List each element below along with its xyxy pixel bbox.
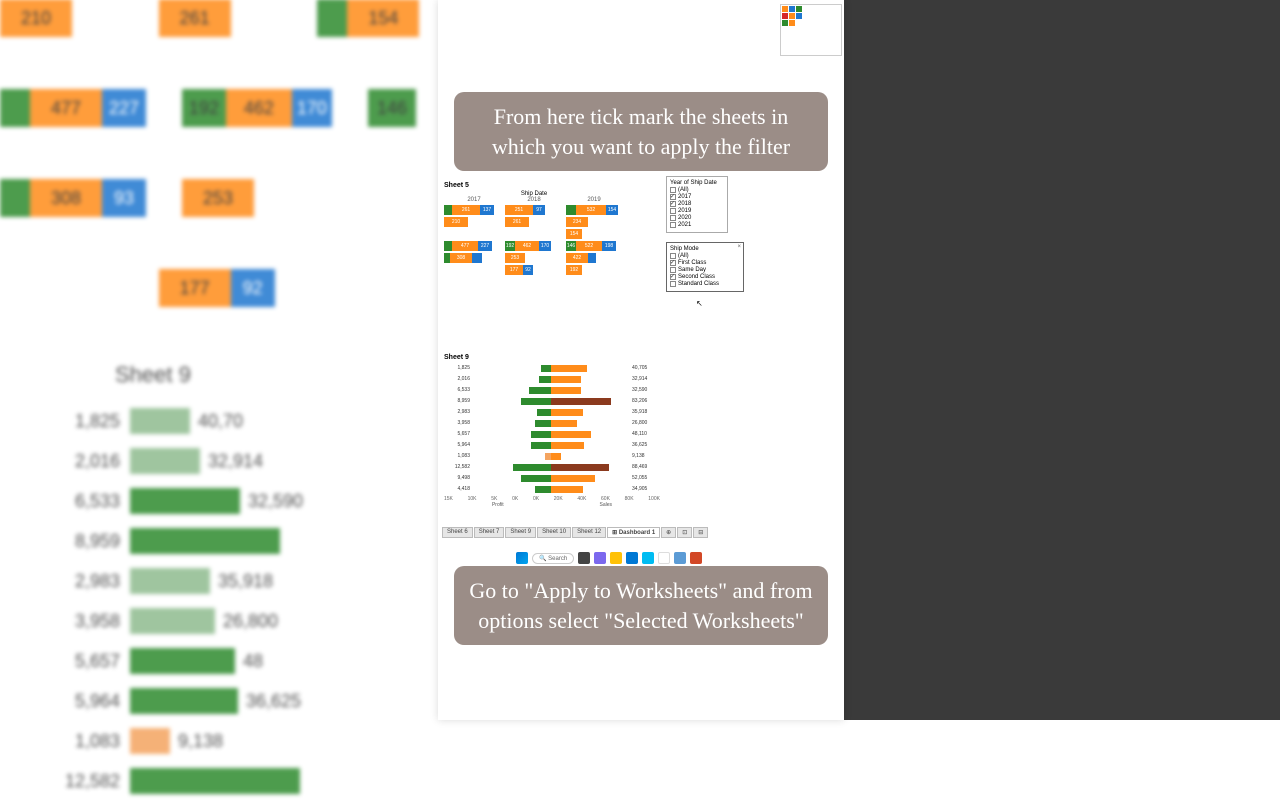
edge-icon[interactable] [626, 552, 638, 564]
filter-year-card[interactable]: Year of Ship Date (All)20172018201920202… [666, 176, 728, 233]
axis-label-profit: Profit [492, 502, 504, 508]
checkbox-icon[interactable] [670, 208, 676, 214]
tab-control-icon[interactable]: ⊟ [693, 527, 708, 538]
filter-option-label: 2018 [678, 201, 691, 207]
filter-shipmode-card[interactable]: × Ship Mode (All)First ClassSame DaySeco… [666, 242, 744, 292]
taskbar-search[interactable]: 🔍 Search [532, 553, 574, 564]
phone-screenshot-column: Sheet 5 Ship Date 201720182019 261137251… [438, 0, 844, 720]
filter-option[interactable]: 2020 [670, 215, 724, 221]
caption-bottom: Go to "Apply to Worksheets" and from opt… [454, 566, 828, 645]
worksheet-tab[interactable]: Sheet 12 [572, 527, 606, 538]
caption-top: From here tick mark the sheets in which … [454, 92, 828, 171]
windows-taskbar: 🔍 Search [516, 552, 702, 564]
taskbar-app-icon[interactable] [674, 552, 686, 564]
worksheet-tabs: Sheet 6Sheet 7Sheet 9Sheet 10Sheet 12⊞ D… [442, 527, 708, 538]
filter-option[interactable]: First Class [670, 260, 740, 266]
filter-option-label: (All) [678, 253, 689, 259]
video-letterbox-right [844, 0, 1280, 720]
worksheet-tab[interactable]: Sheet 9 [505, 527, 536, 538]
tab-control-icon[interactable]: ⊕ [661, 527, 676, 538]
worksheet-tab[interactable]: Sheet 7 [474, 527, 505, 538]
sheet5-year-header: 201720182019 [444, 197, 624, 203]
filter-option-label: 2021 [678, 222, 691, 228]
filter-option-label: Same Day [678, 267, 706, 273]
bg-sheet9-title: Sheet 9 [115, 362, 191, 388]
filter-option-label: 2019 [678, 208, 691, 214]
chrome-icon[interactable] [658, 552, 670, 564]
folder-icon[interactable] [610, 552, 622, 564]
powerpoint-icon[interactable] [690, 552, 702, 564]
close-icon[interactable]: × [737, 244, 741, 250]
axis-label-sales: Sales [600, 502, 613, 508]
sheet5-panel: Sheet 5 Ship Date 201720182019 261137251… [444, 182, 624, 277]
bg-sheet9-rows: 1,82540,702,01632,9146,53332,5908,9592,9… [60, 400, 440, 802]
filter-option[interactable]: 2021 [670, 222, 724, 228]
worksheet-tab[interactable]: ⊞ Dashboard 1 [607, 527, 660, 538]
dashboard-thumbnail [780, 4, 842, 56]
filter-option[interactable]: 2019 [670, 208, 724, 214]
checkbox-icon[interactable] [670, 274, 676, 280]
filter-option-label: First Class [678, 260, 706, 266]
filter-option-label: Second Class [678, 274, 715, 280]
sheet9-panel: Sheet 9 1,82540,7052,01632,9146,53332,59… [444, 354, 660, 508]
worksheet-tab[interactable]: Sheet 10 [537, 527, 571, 538]
filter-option[interactable]: Standard Class [670, 281, 740, 287]
windows-start-icon[interactable] [516, 552, 528, 564]
filter-option[interactable]: (All) [670, 187, 724, 193]
filter-option[interactable]: Second Class [670, 274, 740, 280]
cursor-icon: ↖ [696, 299, 703, 308]
checkbox-icon[interactable] [670, 215, 676, 221]
filter-option-label: (All) [678, 187, 689, 193]
tab-control-icon[interactable]: ⊡ [677, 527, 692, 538]
taskbar-app-icon[interactable] [642, 552, 654, 564]
filter-shipmode-title: Ship Mode [670, 246, 740, 252]
filter-option[interactable]: 2018 [670, 201, 724, 207]
filter-option-label: Standard Class [678, 281, 719, 287]
filter-option[interactable]: (All) [670, 253, 740, 259]
sheet9-title: Sheet 9 [444, 354, 660, 361]
checkbox-icon[interactable] [670, 222, 676, 228]
taskbar-app-icon[interactable] [594, 552, 606, 564]
filter-option-label: 2017 [678, 194, 691, 200]
taskbar-app-icon[interactable] [578, 552, 590, 564]
filter-option[interactable]: 2017 [670, 194, 724, 200]
filter-option-label: 2020 [678, 215, 691, 221]
checkbox-icon[interactable] [670, 201, 676, 207]
worksheet-tab[interactable]: Sheet 6 [442, 527, 473, 538]
checkbox-icon[interactable] [670, 260, 676, 266]
filter-option[interactable]: Same Day [670, 267, 740, 273]
filter-year-title: Year of Ship Date [670, 180, 724, 186]
checkbox-icon[interactable] [670, 281, 676, 287]
sheet5-title: Sheet 5 [444, 182, 624, 189]
